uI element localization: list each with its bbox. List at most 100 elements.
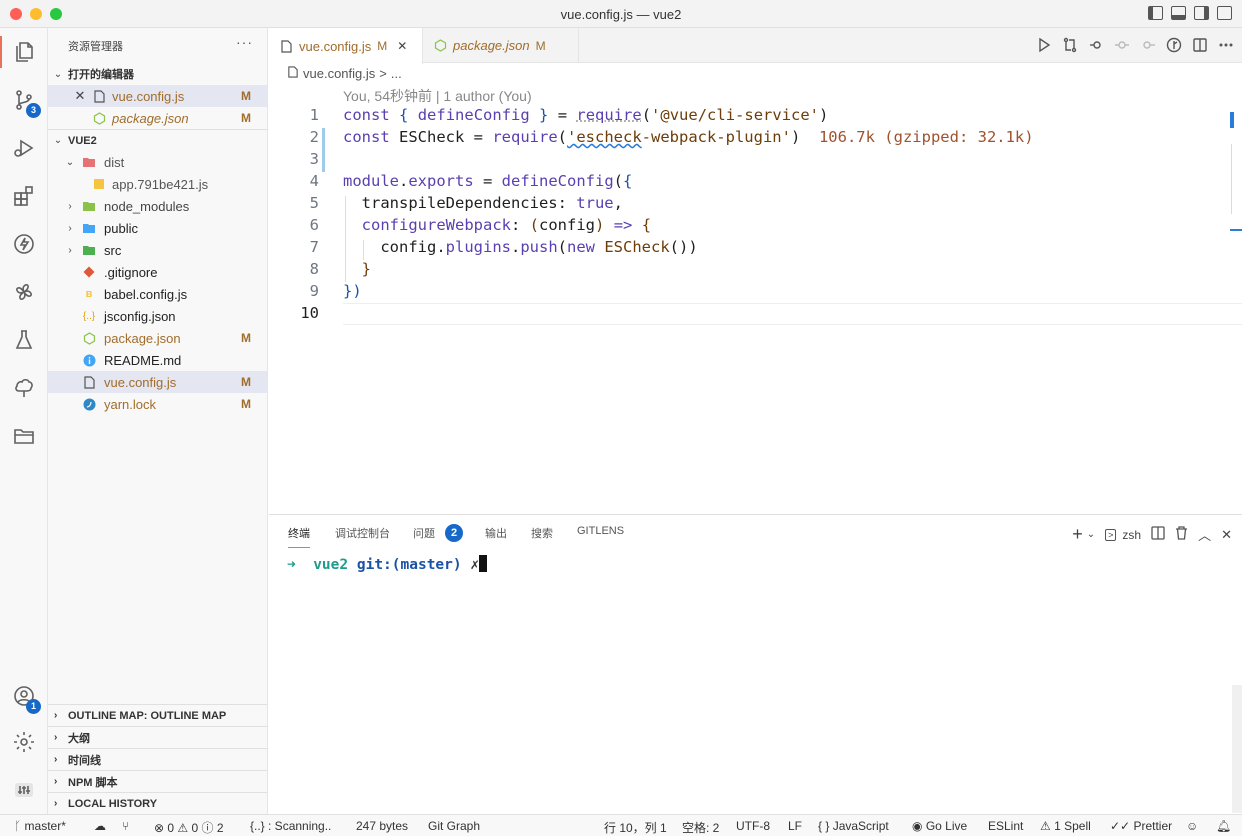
split-editor-icon[interactable] bbox=[1192, 37, 1208, 53]
eol-status[interactable]: LF bbox=[788, 819, 802, 833]
tree-item-readme[interactable]: README.md bbox=[48, 349, 267, 371]
toggle-panel-icon[interactable] bbox=[1171, 6, 1186, 20]
customize-layout-icon[interactable] bbox=[1217, 6, 1232, 20]
tree-item-dist[interactable]: ⌄ dist bbox=[48, 151, 267, 173]
import-cost-hint: 106.7k (gzipped: 32.1k) bbox=[818, 128, 1034, 146]
panel-tab-problems[interactable]: 问题 bbox=[413, 525, 435, 541]
open-editors-title: 打开的编辑器 bbox=[68, 69, 134, 81]
previous-revision-icon[interactable] bbox=[1114, 37, 1130, 53]
new-terminal-icon[interactable]: + bbox=[1072, 524, 1083, 545]
tree-item-node-modules[interactable]: › node_modules bbox=[48, 195, 267, 217]
indentation-status[interactable]: 空格: 2 bbox=[682, 819, 719, 836]
tree-item-src[interactable]: › src bbox=[48, 239, 267, 261]
go-live-button[interactable]: ◉ Go Live bbox=[912, 819, 967, 833]
line-number: 3 bbox=[309, 150, 319, 168]
explorer-button[interactable] bbox=[0, 30, 48, 74]
testing-button[interactable] bbox=[0, 318, 48, 362]
toggle-secondary-sidebar-icon[interactable] bbox=[1194, 6, 1209, 20]
tab-vue-config[interactable]: vue.config.js M ✕ bbox=[269, 28, 423, 64]
project-manager-button[interactable] bbox=[0, 414, 48, 458]
panel-tab-debug-console[interactable]: 调试控制台 bbox=[335, 525, 390, 541]
sliders-button[interactable] bbox=[0, 768, 48, 812]
npm-scripts-section[interactable]: › NPM 脚本 bbox=[48, 770, 267, 792]
tree-item-label: node_modules bbox=[104, 198, 190, 214]
tree-item-babel-config[interactable]: ʙ babel.config.js bbox=[48, 283, 267, 305]
cursor-position-status[interactable]: 行 10，列 1 bbox=[604, 819, 667, 836]
toggle-sidebar-icon[interactable] bbox=[1148, 6, 1163, 20]
branch-status[interactable]: ᚴ master* bbox=[14, 819, 66, 833]
tree-item-gitignore[interactable]: .gitignore bbox=[48, 261, 267, 283]
feedback-icon[interactable]: ☺ bbox=[1186, 819, 1198, 833]
indent-guide bbox=[345, 196, 346, 282]
tree-item-jsconfig[interactable]: {..} jsconfig.json bbox=[48, 305, 267, 327]
prettier-status[interactable]: ✓✓ Prettier bbox=[1110, 819, 1172, 833]
modified-mark: M bbox=[241, 331, 251, 345]
trash-icon[interactable] bbox=[1175, 526, 1188, 543]
accounts-button[interactable]: 1 bbox=[0, 674, 48, 718]
code-editor[interactable]: You, 54秒钟前 | 1 author (You) 1 2 3 4 5 6 … bbox=[269, 84, 1242, 512]
next-revision-icon[interactable] bbox=[1140, 37, 1156, 53]
eslint-status[interactable]: ESLint bbox=[988, 819, 1023, 833]
notifications-icon[interactable]: 🔔︎ bbox=[1216, 819, 1231, 833]
panel-tab-output[interactable]: 输出 bbox=[485, 525, 507, 541]
split-terminal-icon[interactable] bbox=[1151, 526, 1165, 543]
nodejs-file-icon bbox=[92, 111, 106, 125]
tree-item-public[interactable]: › public bbox=[48, 217, 267, 239]
maximize-panel-icon[interactable]: ︿ bbox=[1198, 525, 1211, 544]
project-section[interactable]: ⌄ VUE2 bbox=[48, 129, 267, 151]
panel-tab-gitlens[interactable]: GITLENS bbox=[577, 525, 624, 537]
terminal-output[interactable]: ➜ vue2 git:(master) ✗ bbox=[287, 555, 488, 573]
panel-tab-search[interactable]: 搜索 bbox=[531, 525, 553, 541]
close-icon[interactable]: ✕ bbox=[74, 88, 86, 104]
code-line: config.plugins.push(new ESCheck()) bbox=[343, 238, 698, 256]
git-graph-button[interactable]: Git Graph bbox=[428, 819, 480, 833]
encoding-status[interactable]: UTF-8 bbox=[736, 819, 770, 833]
section-label: 时间线 bbox=[68, 754, 101, 767]
remote-explorer-button[interactable] bbox=[0, 366, 48, 410]
folders-icon bbox=[14, 429, 34, 444]
run-icon[interactable] bbox=[1036, 37, 1052, 53]
pinwheel-extension-button[interactable] bbox=[0, 270, 48, 314]
problems-status[interactable]: ⊗ 0 ⚠ 0 ⓘ 2 bbox=[154, 819, 224, 836]
breadcrumb-file[interactable]: vue.config.js bbox=[303, 66, 375, 81]
more-icon[interactable] bbox=[1218, 37, 1234, 53]
outline-map-section[interactable]: › OUTLINE MAP: OUTLINE MAP bbox=[48, 704, 267, 726]
spell-status[interactable]: ⚠ 1 Spell bbox=[1040, 819, 1091, 833]
open-editor-item[interactable]: package.json M bbox=[48, 107, 267, 129]
source-control-button[interactable]: 3 bbox=[0, 78, 48, 122]
extensions-button[interactable] bbox=[0, 174, 48, 218]
timeline-section[interactable]: › 时间线 bbox=[48, 748, 267, 770]
scanning-status[interactable]: {..} : Scanning.. bbox=[250, 819, 331, 833]
local-history-section[interactable]: › LOCAL HISTORY bbox=[48, 792, 267, 814]
panel-tab-terminal[interactable]: 终端 bbox=[288, 525, 310, 548]
run-debug-button[interactable] bbox=[0, 126, 48, 170]
chevron-down-icon[interactable]: ⌄ bbox=[1087, 529, 1095, 540]
tree-item-vue-config[interactable]: vue.config.js M bbox=[48, 371, 267, 393]
manage-button[interactable] bbox=[0, 720, 48, 764]
js-file-icon bbox=[92, 177, 106, 191]
sync-icon[interactable]: ☁ bbox=[94, 819, 106, 833]
compare-changes-icon[interactable] bbox=[1062, 37, 1078, 53]
gitlens-blame-annotation[interactable]: You, 54秒钟前 | 1 author (You) bbox=[343, 86, 532, 106]
close-tab-icon[interactable]: ✕ bbox=[397, 39, 407, 53]
chevron-right-icon: › bbox=[54, 732, 58, 743]
tree-item-yarn-lock[interactable]: yarn.lock M bbox=[48, 393, 267, 415]
thunder-client-button[interactable] bbox=[0, 222, 48, 266]
tree-item-package-json[interactable]: package.json M bbox=[48, 327, 267, 349]
tree-item-app-js[interactable]: app.791be421.js bbox=[48, 173, 267, 195]
open-editors-section[interactable]: ⌄ 打开的编辑器 bbox=[48, 63, 267, 85]
open-editor-item[interactable]: ✕ vue.config.js M bbox=[48, 85, 267, 107]
error-count: 0 bbox=[167, 821, 175, 835]
terminal-shell-name[interactable]: zsh bbox=[1122, 528, 1141, 542]
close-panel-icon[interactable]: ✕ bbox=[1221, 527, 1232, 543]
status-bar: ᚴ master* ☁ ⑂ ⊗ 0 ⚠ 0 ⓘ 2 {..} : Scannin… bbox=[0, 814, 1242, 836]
tab-package-json[interactable]: package.json M bbox=[423, 28, 579, 63]
git-compare-icon[interactable]: ⑂ bbox=[122, 819, 129, 833]
language-status[interactable]: { } JavaScript bbox=[818, 819, 889, 833]
open-changes-icon[interactable] bbox=[1088, 37, 1104, 53]
terminal-scrollbar[interactable] bbox=[1232, 685, 1242, 813]
breadcrumb-symbols[interactable]: ... bbox=[391, 66, 402, 81]
gitlens-icon[interactable] bbox=[1166, 37, 1182, 53]
outline-section[interactable]: › 大纲 bbox=[48, 726, 267, 748]
more-actions-button[interactable]: ··· bbox=[236, 34, 253, 50]
